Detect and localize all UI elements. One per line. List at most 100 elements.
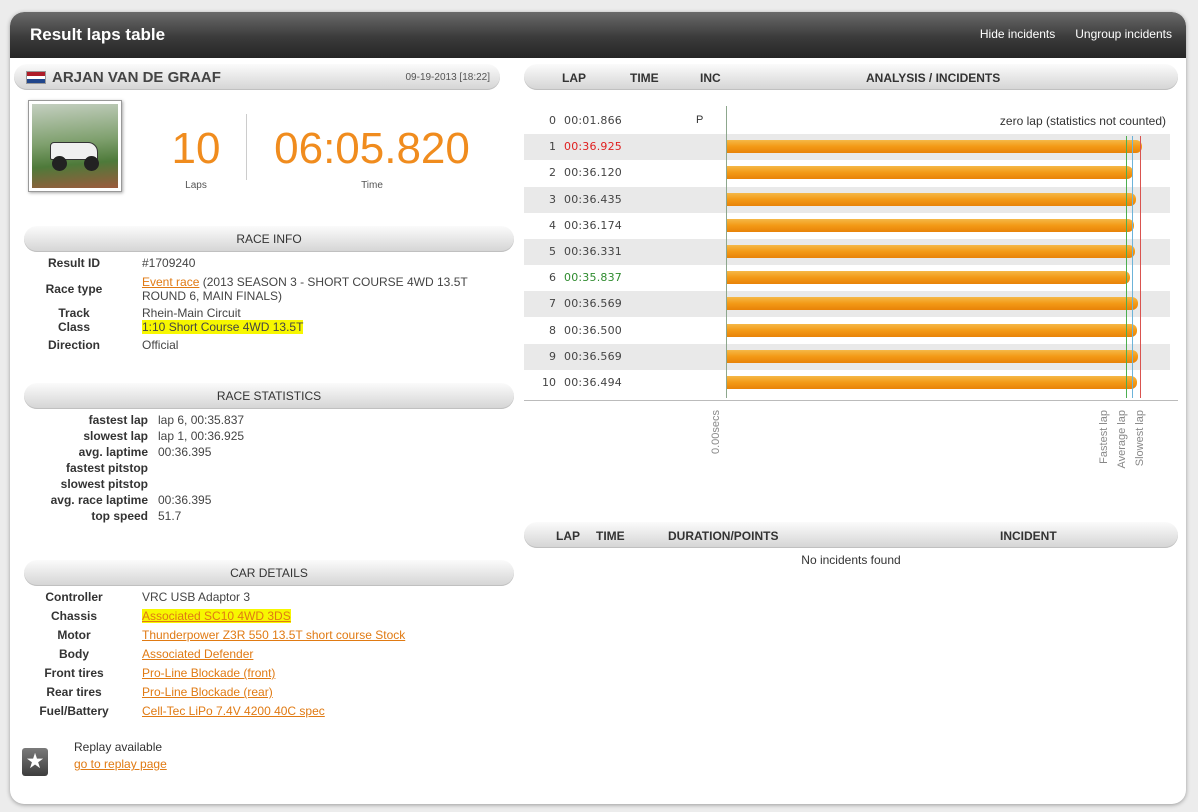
- event-race-link[interactable]: Event race: [142, 275, 199, 289]
- lap-number: 1: [549, 140, 556, 154]
- car-detail-link[interactable]: Pro-Line Blockade (rear): [142, 685, 273, 699]
- lap-time-bar: [726, 323, 1137, 337]
- col-analysis: ANALYSIS / INCIDENTS: [866, 71, 1001, 85]
- lap-row: 0 00:01.866 Pzero lap (statistics not coun…: [524, 108, 1170, 134]
- lap-time-bar: [726, 245, 1135, 258]
- lap-time: 00:36.500: [564, 323, 622, 337]
- incidents-table-header: LAP TIME DURATION/POINTS INCIDENT: [524, 522, 1178, 548]
- track-value: Rhein-Main Circuit: [142, 306, 241, 320]
- replay-available-text: Replay available: [74, 740, 163, 754]
- lap-row: 2 00:36.120: [524, 160, 1170, 186]
- driver-header: ARJAN VAN DE GRAAF 09-19-2013 [18:22]: [14, 64, 500, 90]
- race-info-list: Result ID #1709240 Race type Event race …: [12, 256, 512, 354]
- lap-time-bar: [726, 297, 1138, 311]
- stat-label: slowest pitstop: [60, 477, 148, 491]
- lap-row: 5 00:36.331: [524, 239, 1170, 265]
- car-detail-link[interactable]: Cell-Tec LiPo 7.4V 4200 40C spec: [142, 704, 325, 718]
- car-detail-row: Fuel/Battery Cell-Tec LiPo 7.4V 4200 40C …: [12, 704, 512, 723]
- time-label: Time: [361, 180, 383, 191]
- laps-count: 10: [171, 124, 221, 173]
- lap-time: 00:36.569: [564, 297, 622, 311]
- lap-number: 9: [549, 349, 556, 363]
- car-detail-link[interactable]: Associated Defender: [142, 647, 253, 661]
- result-id-label: Result ID: [47, 256, 100, 270]
- race-info-row: Class 1:10 Short Course 4WD 13.5T: [12, 320, 512, 338]
- slowest-lap-label: Slowest lap: [1134, 410, 1146, 467]
- race-info-row: Track Rhein-Main Circuit: [12, 306, 512, 320]
- fastest-lap-label: Fastest lap: [1098, 410, 1110, 464]
- stat-value: lap 1, 00:36.925: [158, 429, 245, 443]
- race-type-label: Race type: [45, 282, 103, 296]
- car-detail-row: Chassis Associated SC10 4WD 3DS: [12, 609, 512, 628]
- car-detail-link[interactable]: Associated SC10 4WD 3DS: [142, 609, 291, 623]
- lap-row: 3 00:36.435: [524, 186, 1170, 213]
- car-detail-value: VRC USB Adaptor 3: [142, 590, 251, 604]
- inc-col-lap: LAP: [556, 529, 580, 543]
- lap-row: 10 00:36.494: [524, 370, 1170, 396]
- stat-label: fastest pitstop: [65, 461, 148, 475]
- page-title: Result laps table: [30, 25, 166, 44]
- race-stats-list: fastest lap lap 6, 00:35.837 slowest lap la…: [12, 413, 512, 525]
- lap-incident: P: [696, 114, 704, 126]
- lap-time: 00:36.569: [564, 349, 622, 363]
- stat-row: slowest lap lap 1, 00:36.925: [12, 429, 512, 445]
- race-info-row: Direction Official: [12, 338, 512, 354]
- axis-zero-label: 0.00secs: [710, 410, 722, 455]
- car-details-title: CAR DETAILS: [230, 566, 308, 580]
- lap-row: 1 00:36.925: [524, 134, 1170, 161]
- race-stats-title: RACE STATISTICS: [216, 389, 322, 403]
- lap-row: 7 00:36.569: [524, 291, 1170, 318]
- race-info-row: Result ID #1709240: [12, 256, 512, 272]
- ungroup-incidents-link[interactable]: Ungroup incidents: [1075, 27, 1172, 41]
- car-detail-link[interactable]: Pro-Line Blockade (front): [142, 666, 275, 680]
- stat-row: slowest pitstop: [12, 477, 512, 493]
- driver-name: ARJAN VAN DE GRAAF: [52, 69, 221, 86]
- laps-table-header: LAP TIME INC ANALYSIS / INCIDENTS: [524, 64, 1178, 90]
- lap-time: 00:36.120: [564, 166, 622, 180]
- lap-number: 4: [549, 218, 556, 232]
- race-type-value: Event race (2013 SEASON 3 - SHORT COURSE…: [142, 275, 472, 303]
- car-detail-row: Rear tires Pro-Line Blockade (rear): [12, 685, 512, 704]
- car-detail-row: Controller VRC USB Adaptor 3: [12, 590, 512, 609]
- car-detail-label: Rear tires: [46, 685, 102, 699]
- laps-label: Laps: [185, 180, 207, 191]
- star-icon[interactable]: ★: [22, 748, 48, 776]
- hide-incidents-link[interactable]: Hide incidents: [980, 27, 1055, 41]
- car-detail-row: Front tires Pro-Line Blockade (front): [12, 666, 512, 685]
- lap-number: 3: [549, 192, 556, 206]
- col-inc: INC: [700, 71, 721, 85]
- lap-time: 00:35.837: [564, 271, 622, 285]
- race-stats-header: RACE STATISTICS: [24, 383, 514, 409]
- title-bar: Result laps table Hide incidents Ungroup…: [10, 12, 1186, 58]
- flag-stripe: [27, 79, 45, 83]
- netherlands-flag-icon: [26, 71, 46, 84]
- car-photo: [28, 100, 122, 192]
- stat-value: lap 6, 00:35.837: [158, 413, 245, 427]
- average-lap-line: [1132, 136, 1133, 398]
- car-detail-label: Fuel/Battery: [39, 704, 109, 718]
- wheel-shape: [52, 156, 67, 171]
- lap-time: 00:36.925: [564, 140, 622, 154]
- lap-time-bar: [726, 192, 1136, 206]
- stat-value: 00:36.395: [158, 493, 212, 507]
- total-time: 06:05.820: [274, 124, 470, 173]
- inc-col-duration: DURATION/POINTS: [668, 529, 779, 543]
- table-divider: [524, 400, 1178, 401]
- stat-value: 51.7: [158, 509, 182, 523]
- car-detail-label: Controller: [45, 590, 103, 604]
- car-details-header: CAR DETAILS: [24, 560, 514, 586]
- stat-row: avg. race laptime 00:36.395: [12, 493, 512, 509]
- lap-number: 5: [549, 245, 556, 258]
- car-detail-link[interactable]: Thunderpower Z3R 550 13.5T short course …: [142, 628, 405, 642]
- car-detail-row: Body Associated Defender: [12, 647, 512, 666]
- stat-row: top speed 51.7: [12, 509, 512, 525]
- replay-link[interactable]: go to replay page: [74, 757, 167, 771]
- stat-label: top speed: [91, 509, 148, 523]
- lap-time: 00:01.866: [564, 114, 622, 127]
- track-label: Track: [58, 306, 90, 320]
- slowest-lap-line: [1140, 136, 1141, 398]
- stat-label: slowest lap: [83, 429, 148, 443]
- stat-row: fastest lap lap 6, 00:35.837: [12, 413, 512, 429]
- race-info-header: RACE INFO: [24, 226, 514, 252]
- lap-time: 00:36.174: [564, 218, 622, 232]
